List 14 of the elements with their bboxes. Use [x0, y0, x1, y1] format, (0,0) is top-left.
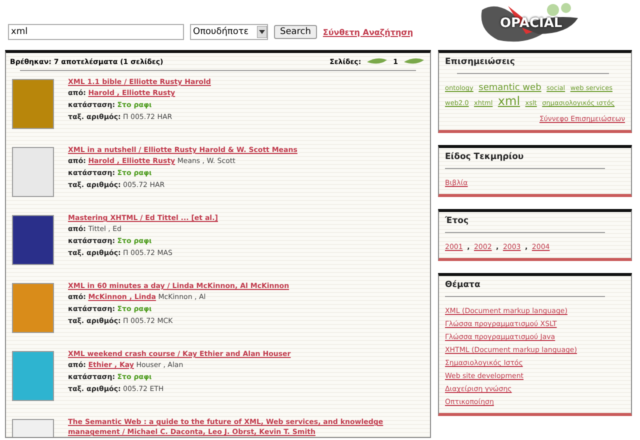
logo-text: OPACIAL	[500, 16, 562, 31]
panel-title: Θέματα	[445, 280, 482, 290]
tag-link[interactable]: xml	[498, 94, 520, 108]
tag-link[interactable]: semantic web	[478, 83, 542, 93]
panel-title: Έτος	[445, 216, 470, 226]
advanced-search-link[interactable]: Σύνθετη Αναζήτηση	[322, 28, 414, 36]
panel-title: Επισημειώσεις	[445, 57, 516, 67]
search-field[interactable]: xml	[8, 24, 184, 40]
panel-title: Είδος Τεκμηρίου	[445, 152, 525, 162]
scope-dropdown[interactable]: Οπουδήποτε	[190, 24, 268, 40]
caret-icon	[257, 26, 267, 38]
leaf-icon[interactable]	[367, 58, 388, 66]
search-button[interactable]: Search	[274, 25, 317, 39]
leaf-icon[interactable]	[404, 58, 424, 66]
